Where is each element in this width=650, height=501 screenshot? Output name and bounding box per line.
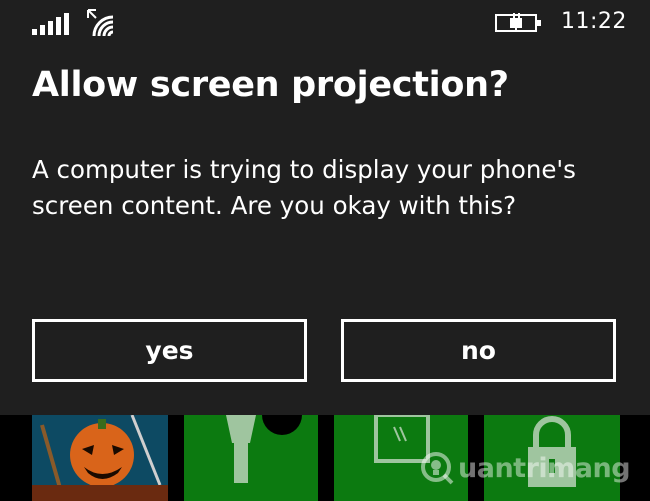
flashlight-icon (226, 415, 302, 483)
watermark-text: uantrimang (458, 452, 631, 484)
flashlight-tile[interactable] (184, 415, 318, 501)
dialog-message: A computer is trying to display your pho… (32, 155, 576, 220)
wifi-icon (87, 9, 114, 37)
game-tile-icon (32, 415, 168, 501)
signal-strength-icon (32, 13, 69, 35)
game-tile[interactable] (32, 415, 168, 501)
watermark: uantrimang (420, 451, 631, 485)
projection-dialog: 11:22 Allow screen projection? A compute… (0, 0, 650, 415)
battery-charging-icon (495, 13, 541, 32)
no-button[interactable]: no (341, 319, 616, 382)
status-time: 11:22 (561, 9, 627, 34)
yes-button[interactable]: yes (32, 319, 307, 382)
dialog-title: Allow screen projection? (32, 65, 509, 105)
phone-screen: 11:22 Allow screen projection? A compute… (0, 0, 650, 501)
status-bar: 11:22 (0, 0, 650, 48)
watermark-logo-icon (421, 452, 454, 485)
